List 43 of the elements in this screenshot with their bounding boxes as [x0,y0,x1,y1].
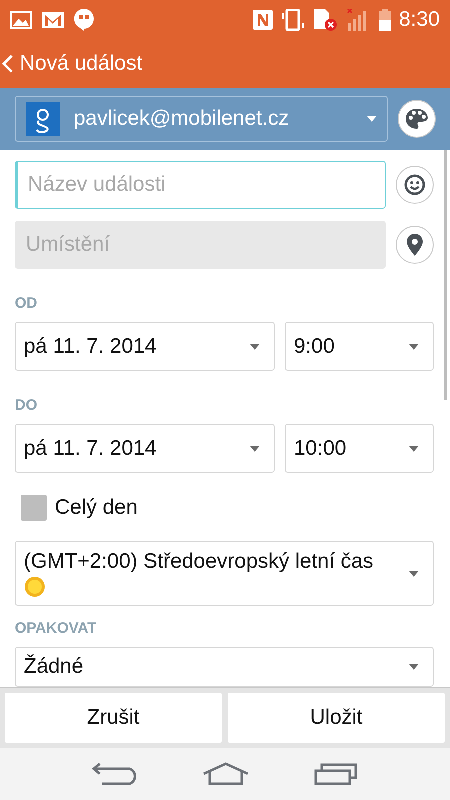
event-name-field[interactable]: Název události [15,161,386,209]
dropdown-arrow-icon [367,116,377,122]
g-logo-icon [26,102,60,136]
back-nav-icon[interactable] [92,762,138,786]
save-button[interactable]: Uložit [228,693,445,743]
dropdown-arrow-icon [409,664,419,670]
smiley-icon [404,174,426,196]
battery-icon [379,9,392,31]
time-dropdown[interactable]: 9:00 [285,322,434,371]
location-button[interactable] [396,226,434,264]
nfc-icon [253,10,274,30]
color-palette-button[interactable] [398,100,436,138]
status-time: 8:30 [399,8,440,32]
checkbox[interactable] [21,495,47,521]
time-dropdown[interactable]: 10:00 [285,424,434,473]
dropdown-arrow-icon [409,344,419,350]
sticker-button[interactable] [396,166,434,204]
section-label: OPAKOVAT [15,620,98,638]
picture-icon [10,11,32,29]
section-label: OD [15,295,38,312]
chat-icon [74,9,94,31]
recent-apps-icon[interactable] [314,762,358,786]
cancel-button[interactable]: Zrušit [5,693,222,743]
all-day-label: Celý den [55,496,138,520]
timezone-dropdown[interactable]: (GMT+2:00) Středoevropský letní čas [15,541,434,606]
dropdown-arrow-icon [409,446,419,452]
dropdown-arrow-icon [409,570,419,577]
date-dropdown[interactable]: pá 11. 7. 2014 [15,322,275,371]
repeat-dropdown[interactable]: Žádné [15,647,434,687]
vibrate-icon [281,9,306,31]
date-dropdown[interactable]: pá 11. 7. 2014 [15,424,275,473]
section-label: DO [15,397,38,414]
map-pin-icon [407,234,423,256]
account-email: pavlicek@mobilenet.cz [74,107,290,131]
back-icon [2,54,14,74]
all-day-checkbox[interactable]: Celý den [21,495,138,521]
dropdown-arrow-icon [250,344,260,350]
palette-icon [406,109,428,129]
mail-icon [42,12,64,28]
dropdown-arrow-icon [250,446,260,452]
sun-icon [24,576,46,598]
home-icon[interactable] [202,762,250,786]
sim-error-icon [313,8,340,32]
